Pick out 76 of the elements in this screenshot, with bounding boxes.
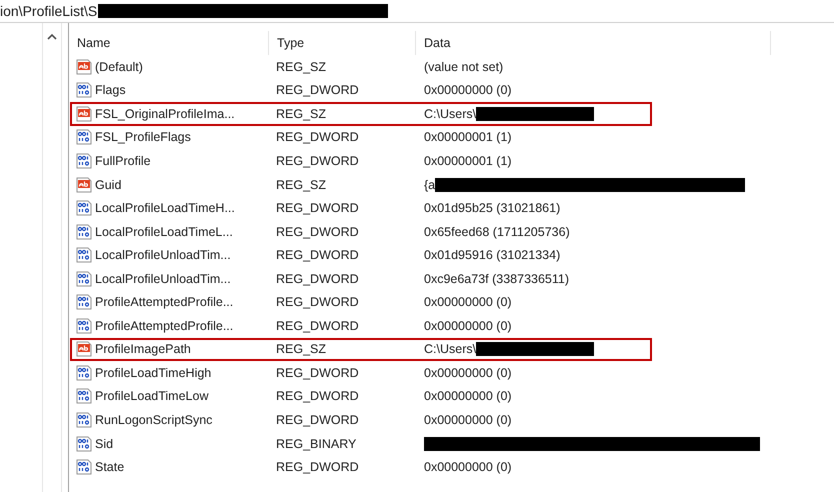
value-name[interactable]: ProfileAttemptedProfile... — [95, 295, 234, 310]
value-name[interactable]: LocalProfileUnloadTim... — [95, 272, 231, 286]
value-type: REG_BINARY — [276, 436, 356, 451]
value-data: 0x00000000 (0) — [424, 389, 512, 404]
binary-value-icon — [76, 436, 92, 452]
value-type: REG_DWORD — [276, 318, 359, 333]
value-type: REG_DWORD — [276, 224, 359, 239]
value-type: REG_DWORD — [276, 83, 359, 98]
value-type: REG_DWORD — [276, 201, 359, 216]
column-header[interactable]: Name — [69, 31, 269, 55]
value-type: REG_DWORD — [276, 389, 359, 404]
value-data: (value not set) — [424, 60, 504, 74]
value-name[interactable]: (Default) — [95, 60, 143, 74]
value-type: REG_DWORD — [276, 248, 359, 262]
value-name[interactable]: State — [95, 460, 124, 474]
string-value-icon — [76, 341, 92, 358]
binary-value-icon — [76, 364, 92, 381]
value-data: 0x00000000 (0) — [424, 366, 512, 380]
value-type: REG_DWORD — [276, 130, 359, 144]
scroll-up-icon[interactable] — [47, 33, 57, 41]
binary-value-icon — [76, 388, 92, 404]
value-type: REG_SZ — [276, 106, 326, 121]
value-data: 0x00000000 (0) — [424, 295, 512, 310]
binary-value-icon — [76, 318, 92, 334]
column-header[interactable]: Data — [416, 31, 771, 55]
value-type: REG_DWORD — [276, 272, 359, 286]
value-type: REG_DWORD — [276, 412, 359, 427]
binary-value-icon — [76, 270, 92, 287]
value-name[interactable]: ProfileLoadTimeLow — [95, 389, 208, 404]
value-data: 0x00000001 (1) — [424, 130, 512, 144]
value-data: 0x01d95916 (31021334) — [424, 248, 560, 262]
value-type: REG_DWORD — [276, 295, 359, 310]
column-header[interactable]: Type — [269, 31, 416, 55]
value-type: REG_DWORD — [276, 366, 359, 380]
value-type: REG_SZ — [276, 60, 326, 74]
binary-value-icon — [76, 294, 92, 310]
value-data: 0x00000000 (0) — [424, 318, 512, 333]
value-type: REG_DWORD — [276, 154, 359, 168]
binary-value-icon — [76, 152, 92, 169]
value-name[interactable]: FSL_ProfileFlags — [95, 130, 191, 144]
binary-value-icon — [76, 200, 92, 216]
value-data: 0x00000001 (1) — [424, 154, 512, 168]
value-name[interactable]: LocalProfileLoadTimeH... — [95, 201, 235, 216]
binary-value-icon — [76, 82, 92, 98]
value-name[interactable]: LocalProfileLoadTimeL... — [95, 224, 233, 239]
value-data: 0xc9e6a73f (3387336511) — [424, 272, 570, 286]
value-name[interactable]: RunLogonScriptSync — [95, 412, 212, 427]
value-data: 0x00000000 (0) — [424, 412, 512, 427]
value-name[interactable]: ProfileAttemptedProfile... — [95, 318, 234, 333]
value-name[interactable]: ProfileLoadTimeHigh — [95, 366, 212, 380]
value-data: 0x01d95b25 (31021861) — [424, 201, 560, 216]
string-value-icon — [76, 58, 92, 75]
value-data: C:\Users\ — [424, 106, 476, 121]
value-data: 0x65feed68 (1711205736) — [424, 224, 570, 239]
binary-value-icon — [76, 247, 92, 264]
binary-value-icon — [76, 224, 92, 240]
string-value-icon — [76, 176, 92, 192]
value-name[interactable]: Guid — [95, 178, 122, 192]
address-path: ion\ProfileList\S — [0, 3, 98, 19]
value-name[interactable]: LocalProfileUnloadTim... — [95, 248, 231, 262]
value-data: 0x00000000 (0) — [424, 460, 512, 474]
value-name[interactable]: Sid — [95, 436, 114, 451]
value-name[interactable]: ProfileImagePath — [95, 342, 191, 356]
value-type: REG_DWORD — [276, 460, 359, 474]
value-name[interactable]: Flags — [95, 83, 126, 98]
value-type: REG_SZ — [276, 178, 326, 192]
value-data: {a — [424, 178, 436, 192]
binary-value-icon — [76, 412, 92, 428]
binary-value-icon — [76, 459, 92, 476]
value-data: C:\Users\ — [424, 342, 476, 356]
string-value-icon — [76, 106, 92, 122]
value-data: 0x00000000 (0) — [424, 83, 512, 98]
value-name[interactable]: FSL_OriginalProfileIma... — [95, 106, 235, 121]
binary-value-icon — [76, 129, 92, 146]
value-name[interactable]: FullProfile — [95, 154, 151, 168]
value-type: REG_SZ — [276, 342, 326, 356]
